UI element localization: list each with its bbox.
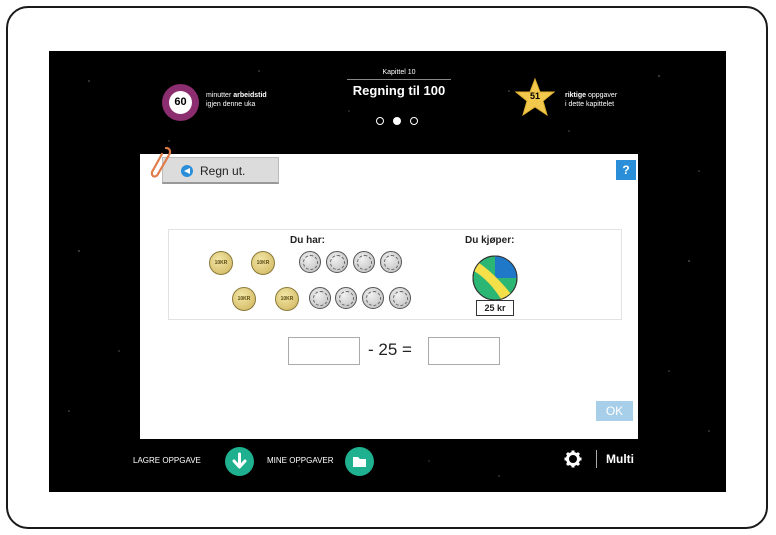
timer-caption-pre: minutter xyxy=(206,92,234,99)
coin-10kr: 10KR xyxy=(209,251,233,275)
my-tasks-button[interactable] xyxy=(345,447,374,476)
chapter-divider xyxy=(347,79,451,80)
download-icon xyxy=(232,452,247,469)
answer-input-2[interactable] xyxy=(428,337,500,365)
chapter-label: Kapittel 10 xyxy=(382,69,416,76)
coin-1kr xyxy=(299,251,321,273)
divider xyxy=(596,450,597,468)
price-tag: 25 kr xyxy=(476,300,514,316)
score-caption: riktige oppgaver i dette kapittelet xyxy=(565,91,617,109)
ball-icon xyxy=(472,255,518,301)
you-buy-label: Du kjøper: xyxy=(465,235,515,246)
speaker-icon xyxy=(181,165,193,177)
coin-1kr xyxy=(326,251,348,273)
coin-1kr xyxy=(335,287,357,309)
score-caption-line2: i dette kapittelet xyxy=(565,101,615,108)
paperclip-icon xyxy=(150,146,172,178)
timer-value: 60 xyxy=(169,91,192,114)
read-aloud-label: Regn ut. xyxy=(200,164,246,178)
coin-10kr: 10KR xyxy=(232,287,256,311)
coin-10kr-label: 10KR xyxy=(256,260,270,266)
page-dot-2[interactable] xyxy=(393,117,401,125)
save-task-label[interactable]: LAGRE OPPGAVE xyxy=(133,456,201,465)
page-dot-1[interactable] xyxy=(376,117,384,125)
coin-10kr: 10KR xyxy=(275,287,299,311)
coin-10kr-label: 10KR xyxy=(214,260,228,266)
timer-caption: minutter arbeidstid igjen denne uka xyxy=(206,91,267,109)
bottom-bar: LAGRE OPPGAVE MINE OPPGAVER Multi xyxy=(49,444,726,476)
read-aloud-button[interactable]: Regn ut. xyxy=(162,157,279,184)
coin-1kr xyxy=(353,251,375,273)
task-card: Regn ut. ? Du har: Du kjøper: 10KR 10KR … xyxy=(140,146,638,439)
ok-button[interactable]: OK xyxy=(596,401,633,421)
my-tasks-label[interactable]: MINE OPPGAVER xyxy=(267,456,334,465)
help-button[interactable]: ? xyxy=(616,160,636,180)
coin-10kr: 10KR xyxy=(251,251,275,275)
coin-10kr-label: 10KR xyxy=(237,296,251,302)
coin-1kr xyxy=(380,251,402,273)
score-caption-bold: riktige xyxy=(565,92,587,99)
coin-1kr xyxy=(309,287,331,309)
you-have-label: Du har: xyxy=(290,235,325,246)
equation-operator: - 25 = xyxy=(368,340,412,359)
gear-icon[interactable] xyxy=(564,450,582,468)
app-screen: 60 minutter arbeidstid igjen denne uka K… xyxy=(49,51,726,492)
save-task-button[interactable] xyxy=(225,447,254,476)
score-caption-post: oppgaver xyxy=(586,92,618,99)
answer-input-1[interactable] xyxy=(288,337,360,365)
coin-1kr xyxy=(389,287,411,309)
timer-caption-line2: igjen denne uka xyxy=(206,101,256,108)
task-panel: Du har: Du kjøper: 10KR 10KR 10KR 10KR 2… xyxy=(168,229,622,320)
chapter-header: Kapittel 10 Regning til 100 xyxy=(339,69,459,98)
page-dot-3[interactable] xyxy=(410,117,418,125)
timer-badge: 60 xyxy=(162,84,199,121)
coin-1kr xyxy=(362,287,384,309)
chapter-title: Regning til 100 xyxy=(352,83,446,98)
timer-caption-bold: arbeidstid xyxy=(233,92,267,99)
brand-logo: Multi xyxy=(606,452,634,466)
folder-icon xyxy=(353,457,366,467)
page-dots xyxy=(376,117,418,125)
score-value: 51 xyxy=(529,91,540,101)
coin-10kr-label: 10KR xyxy=(280,296,294,302)
